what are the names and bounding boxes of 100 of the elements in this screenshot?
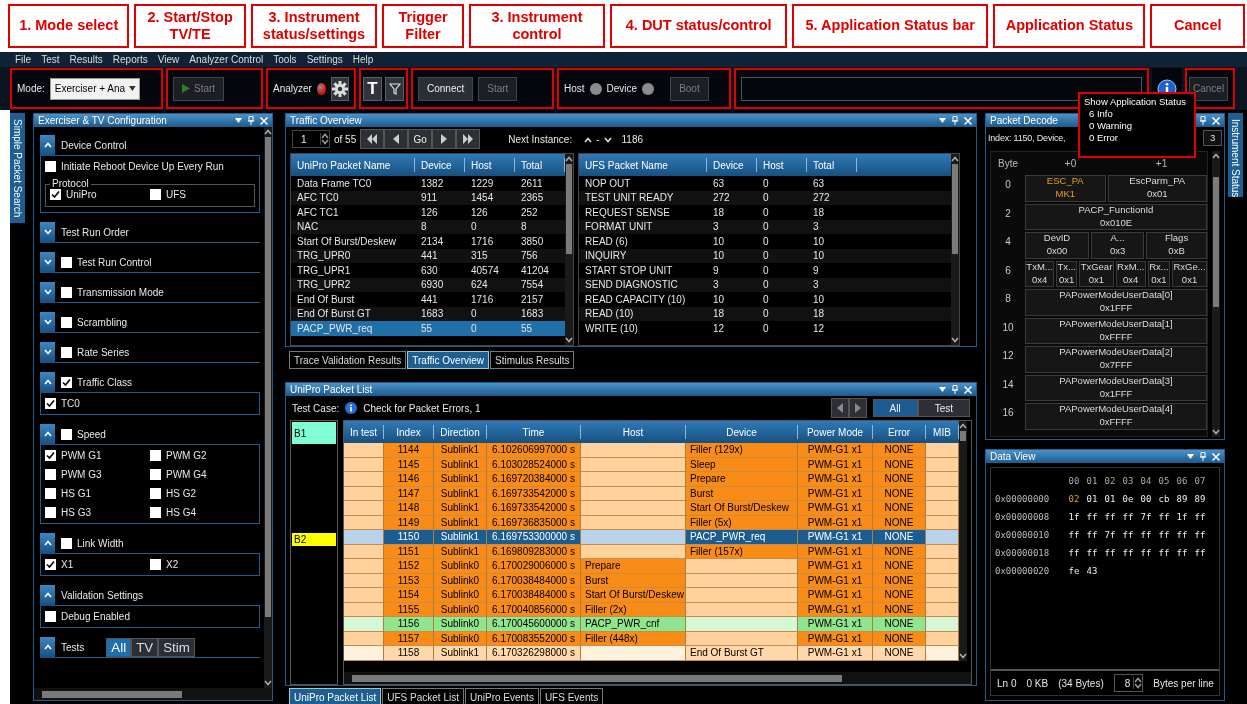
expand-button[interactable] bbox=[40, 341, 55, 363]
decode-field[interactable]: PACP_FunctionId 0x010E bbox=[1025, 203, 1207, 230]
hex-byte[interactable]: ff bbox=[1119, 529, 1137, 540]
horizontal-scrollbar[interactable] bbox=[34, 688, 272, 700]
hex-byte[interactable]: 89 bbox=[1173, 493, 1191, 504]
packet-row[interactable]: 1153 Sublink0 6.170038484000 s Burst PWM-G1 x1 NONE bbox=[344, 573, 959, 588]
expand-button[interactable] bbox=[40, 251, 55, 273]
checkbox[interactable]: PWM G4 bbox=[150, 469, 255, 480]
checkbox[interactable]: Initiate Reboot Device Up Every Run bbox=[45, 161, 255, 172]
checkbox[interactable]: UFS bbox=[150, 189, 250, 200]
hex-byte[interactable]: ff bbox=[1173, 547, 1191, 558]
table-row[interactable]: FORMAT UNIT 3 0 3 bbox=[579, 219, 951, 234]
scrollbar[interactable] bbox=[565, 154, 573, 345]
side-tab[interactable]: Simple Packet Search bbox=[10, 113, 25, 224]
hex-byte[interactable]: ff bbox=[1173, 529, 1191, 540]
menu-item[interactable]: Reports bbox=[107, 54, 153, 65]
horizontal-scrollbar[interactable] bbox=[344, 672, 971, 684]
close-icon[interactable] bbox=[964, 116, 972, 125]
close-icon[interactable] bbox=[1212, 116, 1220, 125]
checkbox[interactable]: Traffic Class bbox=[61, 376, 132, 388]
table-row[interactable]: TEST UNIT READY 272 0 272 bbox=[579, 190, 951, 205]
hex-byte[interactable]: ff bbox=[1101, 511, 1119, 522]
hex-byte[interactable]: 1f bbox=[1173, 511, 1191, 522]
checkbox[interactable]: Speed bbox=[61, 428, 106, 440]
menu-item[interactable]: Tools bbox=[268, 54, 302, 65]
hex-byte[interactable]: ff bbox=[1119, 511, 1137, 522]
menu-item[interactable]: Analyzer Control bbox=[184, 54, 269, 65]
first-page-button[interactable] bbox=[360, 129, 385, 149]
expand-button[interactable] bbox=[40, 532, 55, 554]
packet-row[interactable]: 1157 Sublink0 6.170083552000 s Filler (448x) PWM-G1 x1 NONE bbox=[344, 631, 959, 646]
decode-field[interactable]: RxM... 0x4 bbox=[1115, 260, 1146, 287]
table-row[interactable]: AFC TC0 911 1454 2365 bbox=[291, 190, 565, 205]
packet-row[interactable]: 1155 Sublink0 6.170040856000 s Filler (2x) PWM-G1 x1 NONE bbox=[344, 602, 959, 617]
table-row[interactable]: WRITE (10) 12 0 12 bbox=[579, 321, 951, 336]
hex-byte[interactable]: ff bbox=[1191, 511, 1209, 522]
hex-byte[interactable]: 00 bbox=[1137, 493, 1155, 504]
decode-field[interactable]: PAPowerModeUserData[4] 0xFFFF bbox=[1025, 403, 1207, 430]
table-row[interactable]: REQUEST SENSE 18 0 18 bbox=[579, 205, 951, 220]
checkbox[interactable]: Transmission Mode bbox=[61, 286, 164, 298]
hex-byte[interactable]: 02 bbox=[1065, 493, 1083, 504]
page-field[interactable]: 1 bbox=[292, 130, 330, 148]
checkbox[interactable]: PWM G2 bbox=[150, 450, 255, 461]
column-header[interactable]: Device bbox=[707, 158, 757, 172]
filter-tab[interactable]: All bbox=[872, 399, 918, 417]
expand-button[interactable] bbox=[40, 371, 55, 393]
filter-tab[interactable]: All bbox=[106, 637, 132, 657]
tab[interactable]: UniPro Packet List bbox=[289, 688, 382, 704]
bookmark-tag[interactable]: B2 bbox=[292, 532, 336, 546]
hex-byte[interactable]: ff bbox=[1065, 529, 1083, 540]
expand-button[interactable] bbox=[40, 584, 55, 606]
checkbox[interactable]: UniPro bbox=[50, 189, 150, 200]
dropdown-icon[interactable] bbox=[939, 387, 946, 392]
bookmark-tag[interactable]: B1 bbox=[292, 422, 336, 444]
pin-icon[interactable] bbox=[952, 385, 958, 394]
trigger-button[interactable]: T bbox=[363, 76, 382, 101]
table-row[interactable]: End Of Burst 441 1716 2157 bbox=[291, 292, 565, 307]
decode-field[interactable]: DevID 0x00 bbox=[1025, 232, 1090, 259]
packet-row[interactable]: 1150 Sublink1 6.169753300000 s PACP_PWR_req PWM-G1 x1 NONE bbox=[344, 530, 959, 545]
checkbox[interactable]: HS G3 bbox=[45, 507, 150, 518]
tab[interactable]: UFS Events bbox=[539, 688, 604, 704]
packet-row[interactable]: 1151 Sublink1 6.169809283000 s Filler (157x) PWM-G1 x1 NONE bbox=[344, 544, 959, 559]
table-row[interactable]: NOP OUT 63 0 63 bbox=[579, 176, 951, 191]
hex-byte[interactable]: ff bbox=[1191, 547, 1209, 558]
hex-byte[interactable]: ff bbox=[1119, 547, 1137, 558]
decode-field[interactable]: Flags 0xB bbox=[1146, 232, 1207, 259]
decode-field[interactable]: PAPowerModeUserData[3] 0x1FFF bbox=[1025, 374, 1207, 401]
decode-field[interactable]: Rx... 0x1 bbox=[1147, 260, 1171, 287]
menu-item[interactable]: Results bbox=[64, 54, 108, 65]
table-row[interactable]: TRG_UPR1 630 40574 41204 bbox=[291, 263, 565, 278]
hex-byte[interactable]: ff bbox=[1137, 529, 1155, 540]
column-header[interactable]: In test bbox=[344, 425, 384, 439]
checkbox[interactable]: X1 bbox=[45, 559, 150, 570]
last-page-button[interactable] bbox=[456, 129, 481, 149]
close-icon[interactable] bbox=[1212, 452, 1220, 461]
hex-byte[interactable]: ff bbox=[1137, 547, 1155, 558]
bytes-per-line-field[interactable]: 8 bbox=[1113, 674, 1144, 692]
tab[interactable]: Traffic Overview bbox=[407, 351, 489, 369]
table-row[interactable]: SEND DIAGNOSTIC 3 0 3 bbox=[579, 277, 951, 292]
hex-byte[interactable]: 89 bbox=[1191, 493, 1209, 504]
hex-byte[interactable]: ff bbox=[1065, 547, 1083, 558]
filter-tab[interactable]: TV bbox=[131, 637, 159, 657]
value-field[interactable]: 3 bbox=[1203, 130, 1222, 146]
hex-byte[interactable]: ff bbox=[1155, 547, 1173, 558]
table-row[interactable]: READ CAPACITY (10) 10 0 10 bbox=[579, 292, 951, 307]
tab[interactable]: UniPro Events bbox=[464, 688, 539, 704]
table-row[interactable]: NAC 8 0 8 bbox=[291, 219, 565, 234]
packet-row[interactable]: 1154 Sublink0 6.170038484000 s Start Of Burst/Deskew PWM-G1 x1 NONE bbox=[344, 588, 959, 603]
go-button[interactable]: Go bbox=[408, 129, 433, 149]
column-header[interactable]: Direction bbox=[434, 425, 487, 439]
column-header[interactable]: Total bbox=[807, 158, 857, 172]
decode-field[interactable]: PAPowerModeUserData[1] 0xFFFF bbox=[1025, 317, 1207, 344]
close-icon[interactable] bbox=[964, 385, 972, 394]
hex-byte[interactable]: 01 bbox=[1083, 493, 1101, 504]
table-row[interactable]: Data Frame TC0 1382 1229 2611 bbox=[291, 176, 565, 191]
table-row[interactable]: Start Of Burst/Deskew 2134 1716 3850 bbox=[291, 234, 565, 249]
scrollbar[interactable] bbox=[959, 421, 967, 661]
hex-byte[interactable]: ff bbox=[1083, 529, 1101, 540]
column-header[interactable]: Time bbox=[487, 425, 581, 439]
hex-byte[interactable]: 1f bbox=[1065, 511, 1083, 522]
expand-button[interactable] bbox=[40, 134, 55, 156]
